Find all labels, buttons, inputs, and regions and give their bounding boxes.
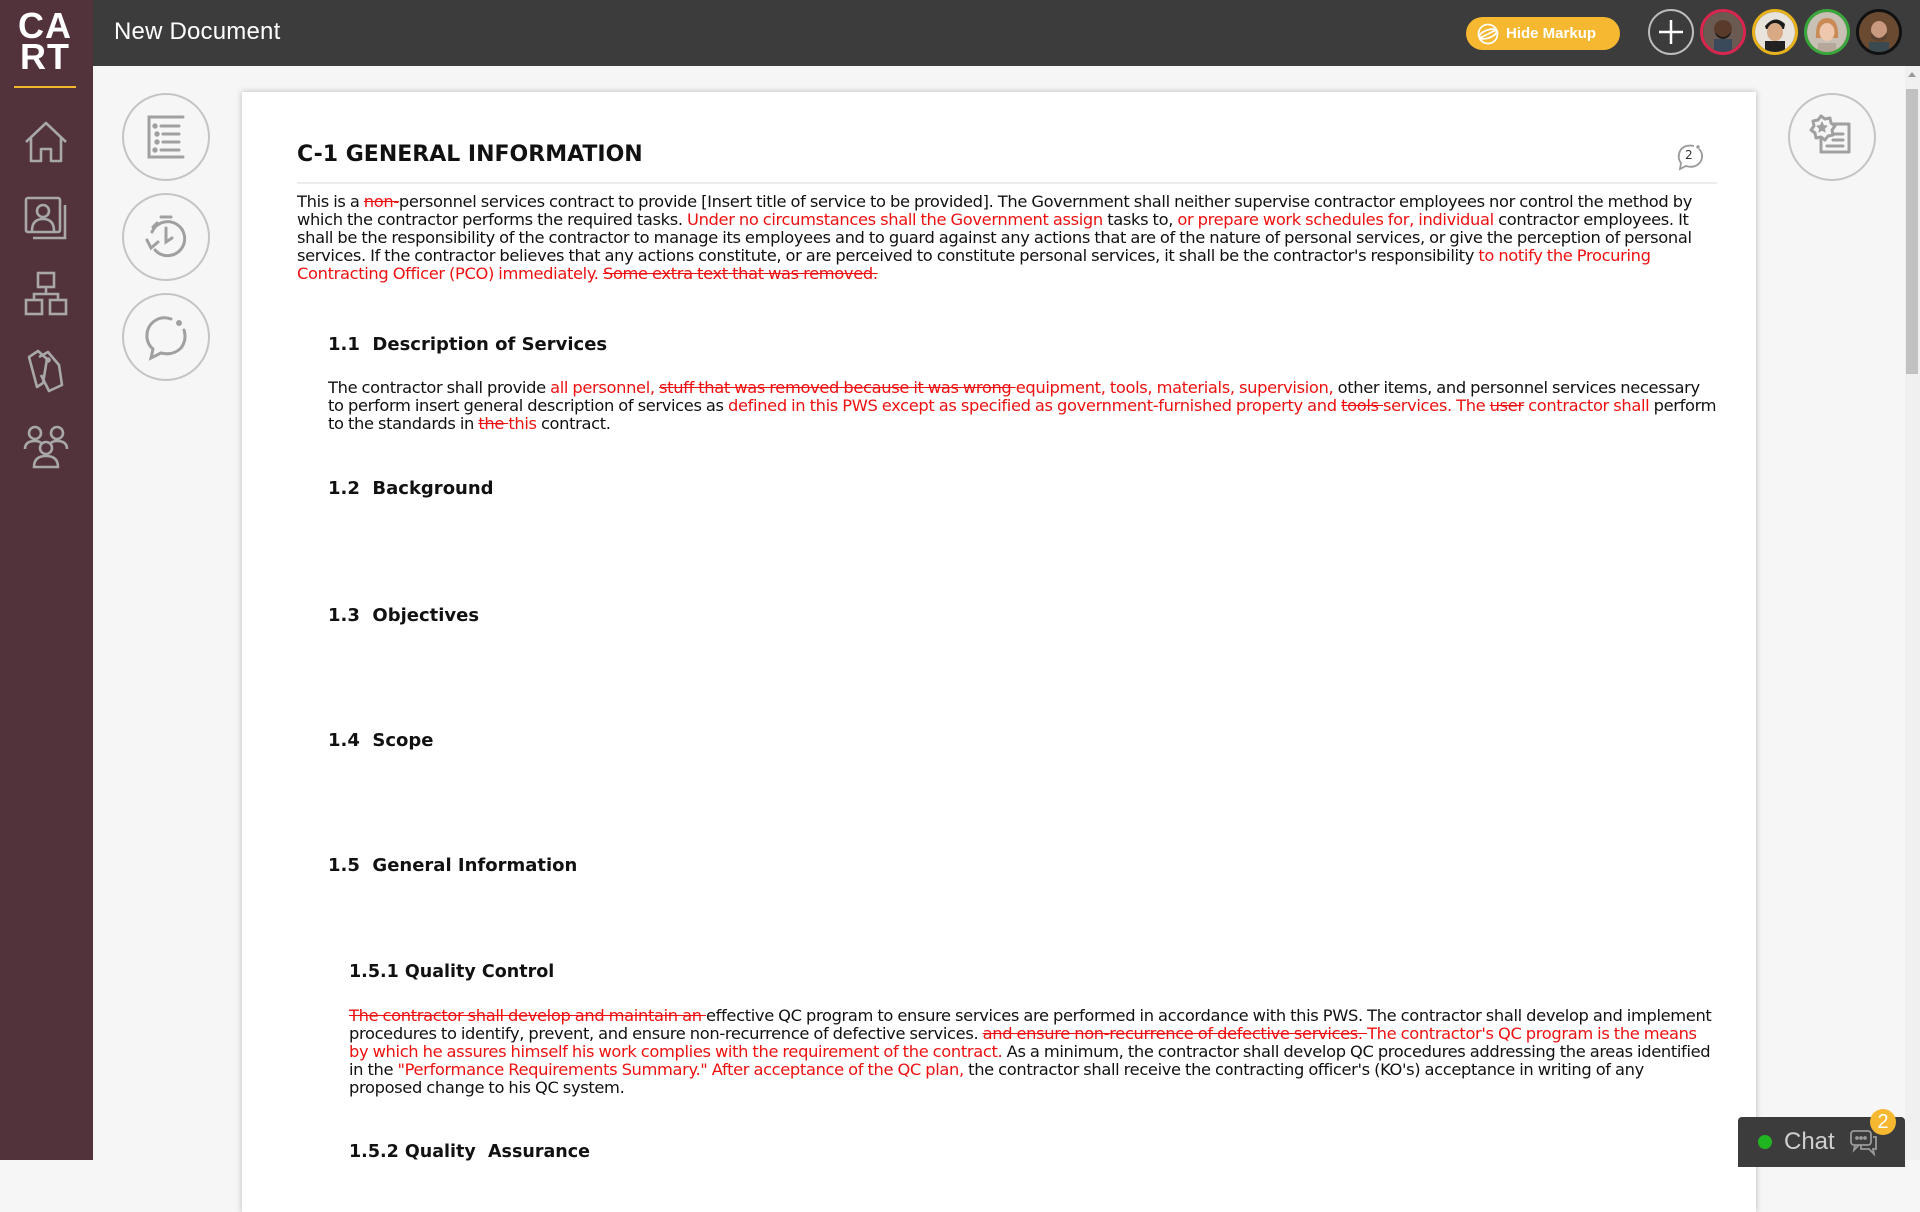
sidebar-item-hierarchy[interactable] [16,266,76,322]
avatar-image [1859,12,1899,52]
section-heading-1-1: 1.1 Description of Services [328,334,608,355]
logo-underline [14,86,76,88]
inserted-text: or prepare work schedules for, individua… [1177,210,1494,229]
inserted-text: Under no circumstances shall the Governm… [687,210,1103,229]
inserted-text: equipment, tools, materials, supervision… [1015,378,1334,397]
avatar-image [1703,12,1743,52]
deleted-text: the [478,414,509,433]
certificate-tool-button[interactable] [1788,93,1876,181]
org-chart-icon [24,271,68,316]
cart-logo[interactable]: CA RT [14,8,76,77]
description-paragraph: The contractor shall provide all personn… [328,379,1718,433]
main-sidebar: CA RT [0,0,93,1160]
inserted-text: this [508,414,537,433]
list-icon [147,115,185,159]
contact-book-icon [24,196,67,240]
hide-markup-button[interactable]: Hide Markup [1466,17,1620,50]
online-status-dot [1758,1135,1772,1149]
home-icon [25,121,67,163]
markup-toggle-icon [1477,23,1499,44]
intro-paragraph: This is a non-personnel services contrac… [297,193,1717,283]
inserted-text: contractor shall [1523,396,1650,415]
sidebar-item-tags[interactable] [16,342,76,398]
add-collaborator-button[interactable] [1648,9,1694,55]
scroll-up-arrow-icon[interactable] [1908,72,1916,77]
outline-tool-button[interactable] [122,93,210,181]
section-heading-1-3: 1.3 Objectives [328,605,480,626]
subsection-heading-1-5-1: 1.5.1 Quality Control [349,962,555,982]
sidebar-item-team[interactable] [16,418,76,474]
vertical-scrollbar[interactable] [1905,66,1920,1160]
team-icon [23,425,69,469]
chat-label: Chat [1784,1128,1835,1155]
inserted-text: defined in this PWS except as specified … [727,396,1342,415]
top-header: New Document Hide Markup [0,0,1920,66]
body-text: This is a [297,192,364,211]
certificate-icon [1809,114,1851,154]
avatar-image [1807,12,1847,52]
subsection-heading-1-5-2: 1.5.2 Quality Assurance [349,1142,590,1162]
avatar-image [1755,12,1795,52]
avatar-collaborator-4[interactable] [1856,9,1902,55]
body-text: The contractor shall provide [328,378,551,397]
document-title: New Document [114,18,281,45]
document-page: C-1 GENERAL INFORMATION 2 This is a non-… [242,92,1756,1212]
scroll-thumb[interactable] [1906,89,1918,374]
plus-icon [1659,20,1683,44]
sidebar-item-contacts[interactable] [16,190,76,246]
comment-count-badge[interactable]: 2 [1674,142,1706,174]
inserted-text: all personnel, [550,378,660,397]
avatar-collaborator-1[interactable] [1700,9,1746,55]
comment-count: 2 [1685,148,1693,162]
section-heading-1-5: 1.5 General Information [328,855,578,876]
inserted-text: services. The [1382,396,1490,415]
deleted-text: and ensure non-recurrence of defective s… [982,1024,1368,1043]
quality-control-paragraph: The contractor shall develop and maintai… [349,1007,1719,1097]
logo-line-2: RT [20,36,70,77]
history-tool-button[interactable] [122,193,210,281]
title-divider [297,182,1717,184]
history-icon [145,215,187,258]
avatar-collaborator-2[interactable] [1752,9,1798,55]
deleted-text: tools [1341,396,1383,415]
tags-icon [27,349,64,393]
comment-icon [145,316,187,361]
deleted-text: user [1489,396,1524,415]
section-heading-1-4: 1.4 Scope [328,730,434,751]
inserted-text: "Performance Requirements Summary." Afte… [397,1060,964,1079]
sidebar-item-home[interactable] [16,114,76,170]
comments-tool-button[interactable] [122,293,210,381]
hide-markup-label: Hide Markup [1506,25,1597,42]
deleted-text: The contractor shall develop and maintai… [349,1006,706,1025]
avatar-collaborator-3[interactable] [1804,9,1850,55]
body-text: tasks to, [1102,210,1178,229]
deleted-text: stuff that was removed because it was wr… [659,378,1016,397]
section-heading-1-2: 1.2 Background [328,478,494,499]
body-text: contract. [536,414,611,433]
deleted-text: non- [363,192,399,211]
section-title: C-1 GENERAL INFORMATION [297,142,643,167]
chat-unread-badge: 2 [1870,1109,1896,1135]
deleted-text: Some extra text that was removed. [602,264,878,283]
